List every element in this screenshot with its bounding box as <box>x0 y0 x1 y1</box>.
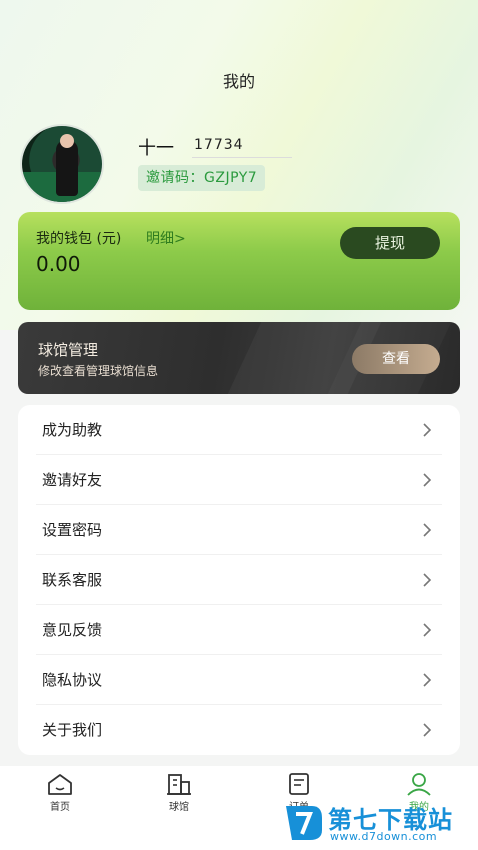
menu-item-label: 联系客服 <box>42 571 103 589</box>
building-icon <box>167 774 191 795</box>
menu-item-label: 意见反馈 <box>42 621 103 639</box>
chevron-right-icon <box>423 573 432 587</box>
user-id: 17734 <box>194 137 244 153</box>
watermark-url: www.d7down.com <box>330 830 438 843</box>
settings-menu: 成为助教 邀请好友 设置密码 联系客服 意见反馈 隐私协议 关于我们 <box>18 405 460 755</box>
menu-item-label: 设置密码 <box>42 521 103 539</box>
menu-item-invite-friends[interactable]: 邀请好友 <box>36 455 442 505</box>
wallet-label: 我的钱包 (元) <box>36 231 122 247</box>
tab-label: 球馆 <box>169 802 189 813</box>
venue-title: 球馆管理 <box>38 341 99 359</box>
menu-item-privacy-policy[interactable]: 隐私协议 <box>36 655 442 705</box>
invite-code-badge[interactable]: 邀请码：GZJPY7 <box>138 165 266 191</box>
username: 十一 <box>138 138 174 159</box>
order-icon <box>289 773 309 795</box>
menu-item-label: 隐私协议 <box>42 671 103 689</box>
wallet-amount: 0.00 <box>36 252 81 276</box>
tab-home[interactable]: 首页 <box>25 772 95 822</box>
avatar[interactable] <box>20 124 104 204</box>
chevron-right-icon <box>423 623 432 637</box>
avatar-photo-figure <box>56 140 78 196</box>
page-title: 我的 <box>222 72 255 91</box>
menu-item-label: 邀请好友 <box>42 471 103 489</box>
venue-management-card: 球馆管理 修改查看管理球馆信息 查看 <box>18 322 460 394</box>
chevron-right-icon <box>423 673 432 687</box>
avatar-photo-face <box>60 134 74 148</box>
menu-item-contact-support[interactable]: 联系客服 <box>36 555 442 605</box>
venue-subtitle: 修改查看管理球馆信息 <box>38 364 159 378</box>
wallet-detail-link[interactable]: 明细> <box>146 228 186 248</box>
menu-item-feedback[interactable]: 意见反馈 <box>36 605 442 655</box>
withdraw-button[interactable]: 提现 <box>340 227 440 259</box>
menu-item-label: 关于我们 <box>42 721 103 739</box>
menu-item-about-us[interactable]: 关于我们 <box>36 705 442 755</box>
watermark-logo-icon <box>286 806 322 840</box>
watermark: 第七下载站 www.d7down.com <box>282 798 478 850</box>
chevron-right-icon <box>423 423 432 437</box>
menu-item-become-coach[interactable]: 成为助教 <box>36 405 442 455</box>
wallet-card: 我的钱包 (元) 明细> 0.00 提现 <box>18 212 460 310</box>
chevron-right-icon <box>423 473 432 487</box>
user-icon <box>407 773 431 796</box>
chevron-right-icon <box>423 723 432 737</box>
menu-item-set-password[interactable]: 设置密码 <box>36 505 442 555</box>
home-icon <box>48 774 72 795</box>
tab-label: 首页 <box>50 802 70 813</box>
user-id-divider <box>192 157 292 158</box>
menu-item-label: 成为助教 <box>42 421 103 439</box>
chevron-right-icon <box>423 523 432 537</box>
tab-venue[interactable]: 球馆 <box>144 772 214 822</box>
venue-view-button[interactable]: 查看 <box>352 344 440 374</box>
